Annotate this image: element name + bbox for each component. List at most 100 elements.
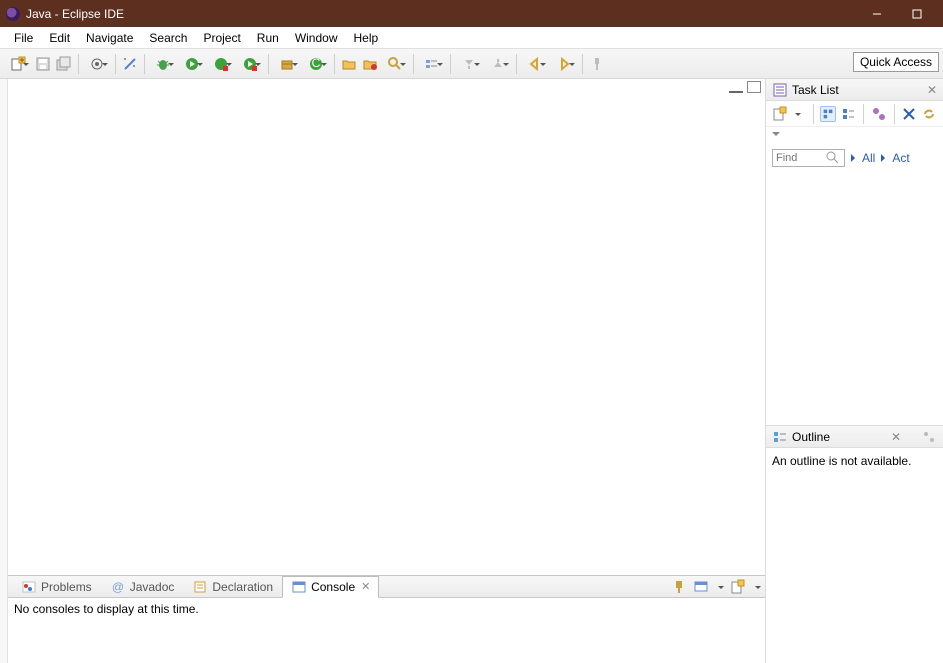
run-last-button[interactable] (236, 53, 264, 75)
save-all-button[interactable] (54, 53, 74, 75)
debug-button[interactable] (149, 53, 177, 75)
toolbar-separator (268, 54, 269, 74)
menu-file[interactable]: File (6, 29, 41, 47)
tab-console[interactable]: Console ✕ (282, 576, 379, 598)
menu-run[interactable]: Run (249, 29, 287, 47)
problems-icon (21, 579, 37, 595)
breadcrumb-icon (424, 56, 440, 72)
menu-edit[interactable]: Edit (41, 29, 78, 47)
next-annotation-icon (461, 56, 477, 72)
minimize-button[interactable] (857, 0, 897, 27)
package-icon (279, 56, 295, 72)
pin-console-icon[interactable] (671, 579, 687, 595)
task-filter-activate[interactable]: Act (881, 151, 909, 165)
tab-javadoc[interactable]: @ Javadoc (101, 576, 184, 598)
task-collapse-row[interactable] (766, 127, 943, 145)
coverage-button[interactable] (207, 53, 235, 75)
console-content: No consoles to display at this time. (8, 598, 765, 663)
collapse-all-icon[interactable] (901, 106, 917, 122)
folder-open-icon (341, 56, 357, 72)
menu-project[interactable]: Project (195, 29, 248, 47)
menu-window[interactable]: Window (287, 29, 346, 47)
window-title: Java - Eclipse IDE (26, 7, 857, 21)
view-menu-icon[interactable] (921, 429, 937, 445)
toolbar-separator (144, 54, 145, 74)
open-console-icon[interactable] (730, 579, 746, 595)
javadoc-icon: @ (110, 579, 126, 595)
toolbar-separator (450, 54, 451, 74)
open-type-icon (89, 56, 105, 72)
search-icon (825, 150, 841, 166)
task-list-body (766, 171, 943, 425)
debug-icon (155, 56, 171, 72)
menubar: File Edit Navigate Search Project Run Wi… (0, 27, 943, 49)
toggle-breadcrumb-button[interactable] (418, 53, 446, 75)
task-list-title: Task List (792, 83, 923, 97)
close-icon[interactable]: ✕ (891, 430, 901, 444)
prev-annotation-icon (490, 56, 506, 72)
tab-declaration[interactable]: Declaration (183, 576, 282, 598)
outline-message: An outline is not available. (772, 454, 911, 468)
run-button[interactable] (178, 53, 206, 75)
toolbar-separator (115, 54, 116, 74)
editor-area (8, 79, 765, 575)
new-task-icon[interactable] (772, 106, 788, 122)
forward-button[interactable] (550, 53, 578, 75)
open-task-button[interactable] (360, 53, 380, 75)
svg-text:C: C (312, 56, 321, 70)
task-filter-all[interactable]: All (851, 151, 875, 165)
schedule-icon[interactable] (840, 106, 856, 122)
next-annotation-button[interactable] (455, 53, 483, 75)
quick-access[interactable]: Quick Access (853, 52, 939, 72)
open-folder-button[interactable] (339, 53, 359, 75)
outline-body: An outline is not available. (766, 448, 943, 474)
save-all-icon (56, 56, 72, 72)
back-button[interactable] (521, 53, 549, 75)
toolbar-separator (516, 54, 517, 74)
tab-declaration-label: Declaration (212, 580, 273, 594)
focus-icon[interactable] (871, 106, 887, 122)
categorize-icon[interactable] (820, 106, 836, 122)
search-button[interactable] (381, 53, 409, 75)
chevron-down-icon[interactable] (718, 586, 724, 592)
task-find-box[interactable] (772, 149, 845, 167)
maximize-view-button[interactable] (747, 81, 761, 93)
maximize-button[interactable] (897, 0, 937, 27)
menu-help[interactable]: Help (346, 29, 387, 47)
pin-icon (589, 56, 605, 72)
new-button[interactable] (4, 53, 32, 75)
wand-button[interactable] (120, 53, 140, 75)
close-icon[interactable]: ✕ (927, 83, 937, 97)
toolbar-separator (582, 54, 583, 74)
left-trim (0, 79, 8, 663)
outline-icon (772, 429, 788, 445)
new-java-class-button[interactable]: C (302, 53, 330, 75)
close-icon[interactable]: ✕ (361, 580, 370, 593)
tab-problems[interactable]: Problems (12, 576, 101, 598)
bottom-right-tools (671, 579, 761, 595)
declaration-icon (192, 579, 208, 595)
coverage-icon (213, 56, 229, 72)
bottom-tabstrip: Problems @ Javadoc Declaration Console ✕ (8, 576, 765, 598)
open-type-button[interactable] (83, 53, 111, 75)
synchronize-icon[interactable] (921, 106, 937, 122)
new-icon (10, 56, 26, 72)
new-java-package-button[interactable] (273, 53, 301, 75)
save-button[interactable] (33, 53, 53, 75)
tab-problems-label: Problems (41, 580, 92, 594)
search-icon (387, 56, 403, 72)
task-find-input[interactable] (776, 152, 822, 164)
chevron-down-icon[interactable] (755, 586, 761, 592)
prev-annotation-button[interactable] (484, 53, 512, 75)
menu-search[interactable]: Search (141, 29, 195, 47)
minimize-view-button[interactable] (729, 81, 743, 93)
chevron-down-icon[interactable] (795, 113, 801, 119)
save-icon (35, 56, 51, 72)
display-console-icon[interactable] (693, 579, 709, 595)
outline-title: Outline (792, 430, 887, 444)
back-icon (527, 56, 543, 72)
pin-button[interactable] (587, 53, 607, 75)
menu-navigate[interactable]: Navigate (78, 29, 141, 47)
task-list-header: Task List ✕ (766, 79, 943, 101)
class-icon: C (308, 56, 324, 72)
